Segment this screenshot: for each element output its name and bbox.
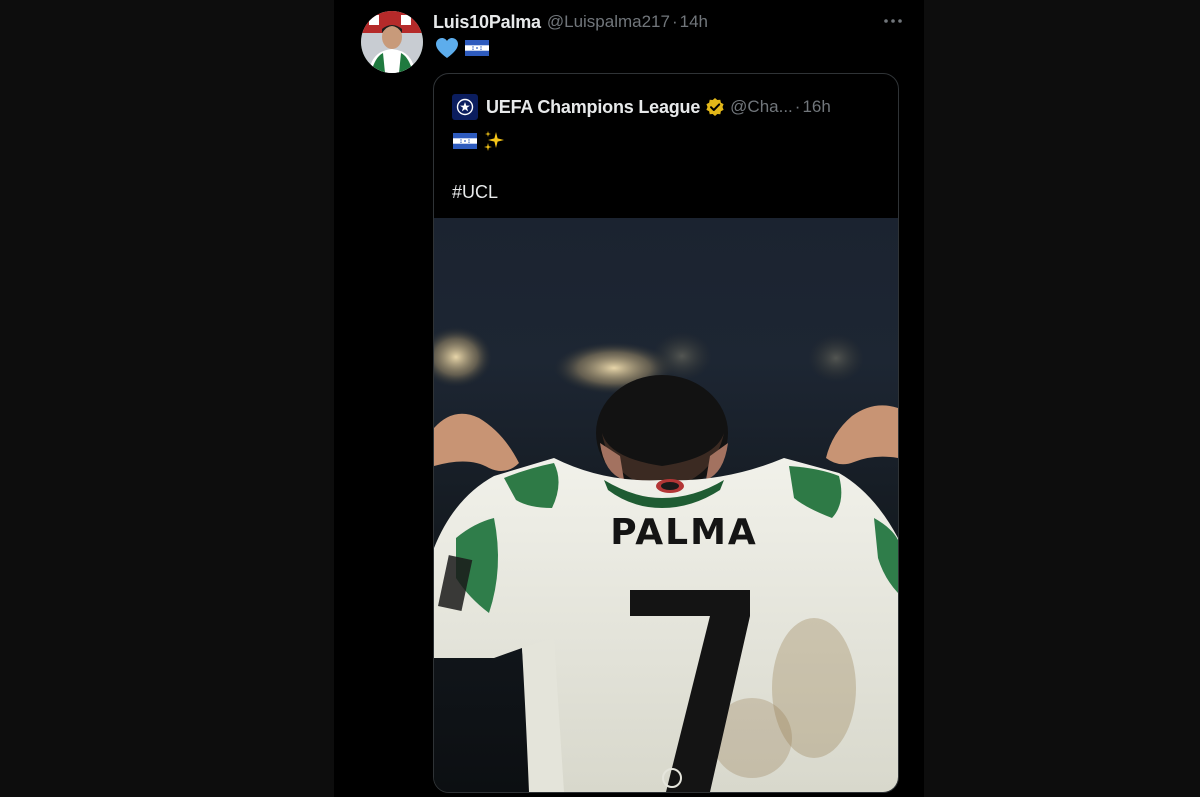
hashtag-ucl[interactable]: #UCL [452, 182, 498, 203]
quoted-tweet-photo[interactable]: PALMA [434, 218, 898, 792]
right-margin [924, 0, 1200, 797]
light-blue-heart-icon [436, 38, 458, 58]
honduras-flag-icon [453, 133, 477, 149]
honduras-flag-icon [465, 40, 489, 56]
author-handle[interactable]: @Luispalma217 [547, 12, 670, 32]
separator-dot: · [671, 12, 678, 31]
quoted-separator-dot: · [794, 97, 801, 116]
more-icon [884, 19, 902, 23]
timeline-column: Luis10Palma @Luispalma217 · 14h UEFA Cha… [334, 0, 924, 797]
author-avatar[interactable] [361, 11, 423, 73]
tweet-timestamp[interactable]: 14h [680, 12, 708, 32]
tweet-text [435, 37, 489, 59]
more-options-button[interactable] [880, 9, 906, 33]
ucl-starball-icon [456, 98, 474, 116]
ucl-logo-avatar[interactable] [452, 94, 478, 120]
author-name[interactable]: Luis10Palma [433, 12, 541, 33]
quoted-author-name[interactable]: UEFA Champions League [486, 97, 700, 118]
verified-badge-icon [705, 97, 725, 117]
left-margin [0, 0, 334, 797]
sparkles-icon [484, 131, 504, 151]
quoted-tweet-header: UEFA Champions League @Cha... · 16h [452, 94, 884, 120]
tweet-header: Luis10Palma @Luispalma217 · 14h [433, 10, 904, 34]
quoted-tweet-emoji-line [453, 130, 505, 152]
quoted-tweet[interactable]: UEFA Champions League @Cha... · 16h #UCL… [433, 73, 899, 793]
quoted-author-handle[interactable]: @Cha... [730, 97, 793, 117]
jersey-name-text: PALMA [610, 512, 758, 553]
quoted-tweet-timestamp[interactable]: 16h [802, 97, 830, 117]
